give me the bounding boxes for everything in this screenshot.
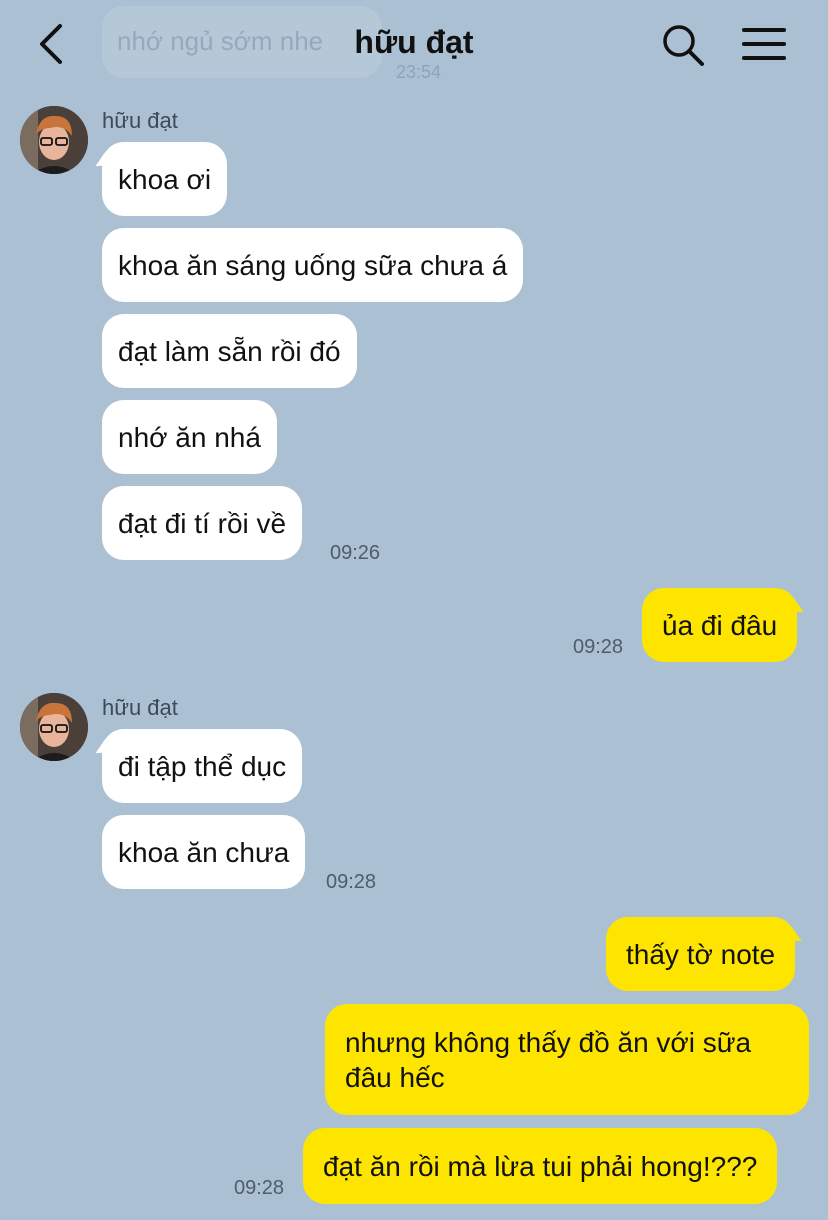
message-bubble[interactable]: đi tập thể dục	[102, 729, 303, 803]
avatar-photo	[20, 106, 88, 174]
message-time: 09:28	[573, 636, 624, 658]
message-time: 09:28	[326, 871, 377, 893]
sender-name: hữu đạt	[102, 695, 178, 720]
message-bubble-outgoing[interactable]: thấy tờ note	[606, 917, 796, 991]
menu-button[interactable]	[740, 24, 788, 64]
message-bubble-outgoing[interactable]: nhưng không thấy đồ ăn với sữa đâu hếc	[325, 1004, 809, 1115]
message-text: đi tập thể dục	[118, 750, 287, 782]
message-bubble[interactable]: nhớ ăn nhá	[102, 400, 277, 474]
message-time: 09:26	[330, 542, 381, 564]
avatar-photo	[20, 693, 88, 761]
avatar[interactable]	[20, 106, 88, 174]
search-icon	[663, 25, 704, 66]
message-text: nhớ ăn nhá	[118, 421, 261, 453]
message-bubble[interactable]: đạt đi tí rồi về	[102, 486, 303, 560]
message-text: khoa ơi	[118, 163, 212, 195]
message-bubble-outgoing[interactable]: đạt ăn rồi mà lừa tui phải hong!???	[303, 1128, 778, 1204]
message-bubble[interactable]: khoa ăn chưa	[102, 815, 306, 889]
message-text: ủa đi đâu	[662, 609, 778, 641]
message-bubble[interactable]: khoa ơi	[102, 142, 228, 216]
message-bubble-outgoing[interactable]: ủa đi đâu	[642, 588, 798, 662]
hamburger-menu-icon	[742, 28, 786, 60]
message-text: nhưng không thấy đồ ăn với sữa đâu hếc	[345, 1026, 752, 1093]
message-text: khoa ăn chưa	[118, 836, 290, 868]
message-text: đạt làm sẵn rồi đó	[118, 335, 341, 367]
chat-header: hữu đạt	[0, 0, 828, 88]
sender-name: hữu đạt	[102, 108, 178, 133]
message-text: thấy tờ note	[626, 938, 776, 970]
search-button[interactable]	[660, 22, 706, 68]
message-text: đạt đi tí rồi về	[118, 507, 287, 539]
message-text: khoa ăn sáng uống sữa chưa á	[118, 249, 508, 281]
message-bubble[interactable]: khoa ăn sáng uống sữa chưa á	[102, 228, 524, 302]
message-time: 09:28	[234, 1177, 285, 1199]
avatar[interactable]	[20, 693, 88, 761]
message-text: đạt ăn rồi mà lừa tui phải hong!???	[323, 1150, 758, 1182]
message-bubble[interactable]: đạt làm sẵn rồi đó	[102, 314, 357, 388]
